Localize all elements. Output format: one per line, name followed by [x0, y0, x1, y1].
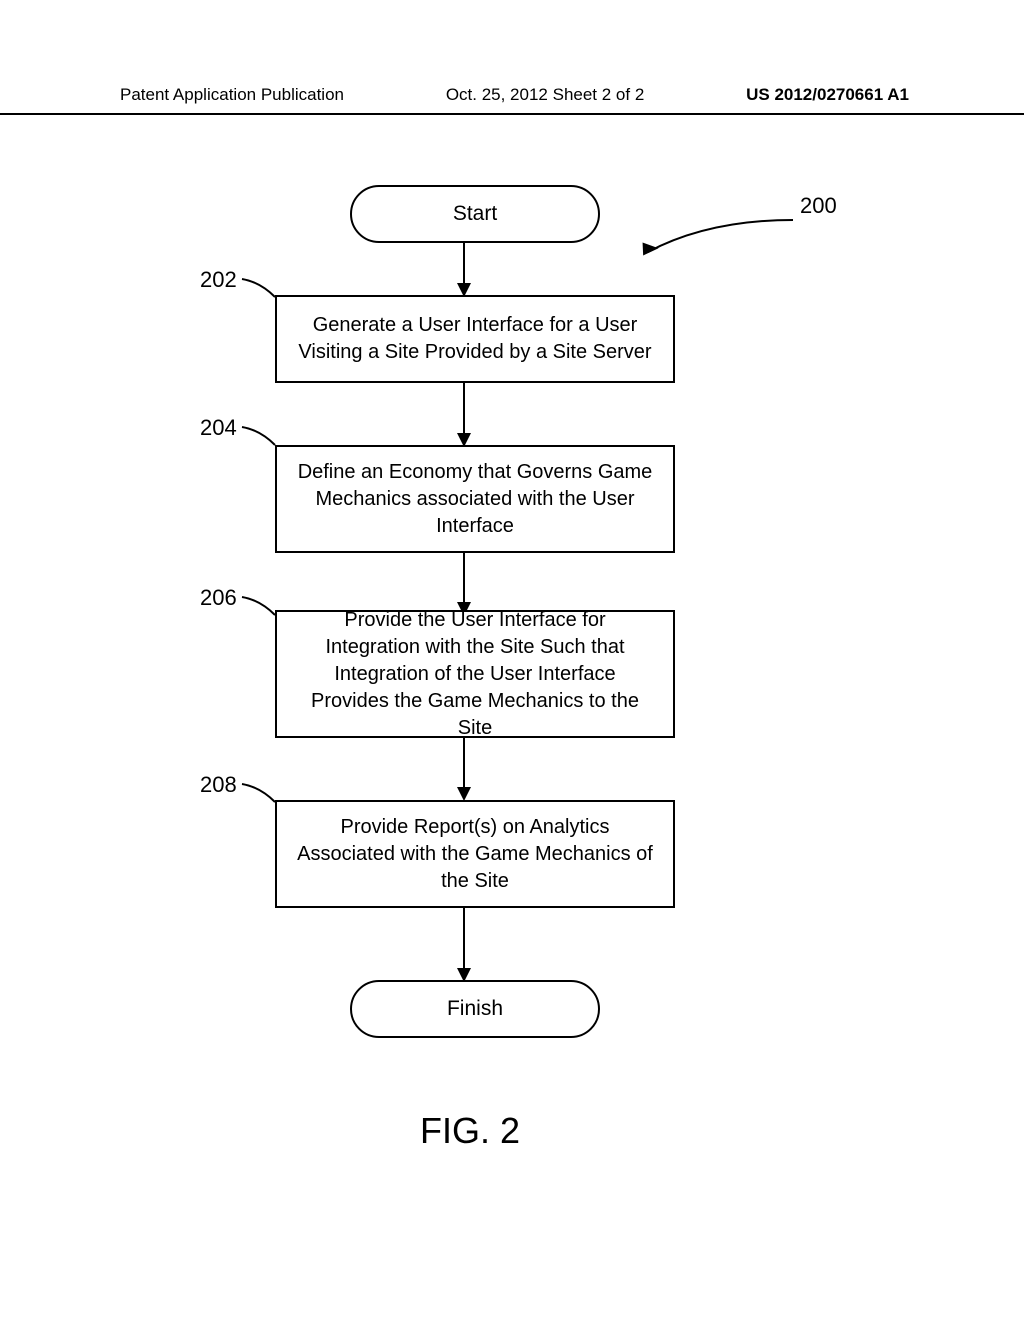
- step3-text: Provide the User Interface for Integrati…: [295, 607, 655, 742]
- arrow-head-step3-step4: [457, 787, 471, 801]
- figure-caption: FIG. 2: [420, 1110, 520, 1152]
- lead-line-208: [240, 782, 290, 812]
- arrow-start-step1: [463, 243, 465, 287]
- ref-200: 200: [800, 193, 837, 219]
- lead-line-202: [240, 277, 290, 307]
- finish-terminator: Finish: [350, 980, 600, 1038]
- header-right-text: US 2012/0270661 A1: [746, 85, 909, 105]
- lead-line-206: [240, 595, 290, 625]
- ref-206: 206: [200, 585, 237, 611]
- process-step-3: Provide the User Interface for Integrati…: [275, 610, 675, 738]
- step1-text: Generate a User Interface for a User Vis…: [295, 312, 655, 366]
- lead-line-204: [240, 425, 290, 455]
- arrow-step4-finish: [463, 908, 465, 972]
- ref-202: 202: [200, 267, 237, 293]
- arrow-step2-step3: [463, 553, 465, 607]
- process-step-2: Define an Economy that Governs Game Mech…: [275, 445, 675, 553]
- ref-208: 208: [200, 772, 237, 798]
- flowchart-diagram: Start 200 Generate a User Interface for …: [0, 175, 1024, 1225]
- start-terminator: Start: [350, 185, 600, 243]
- lead-line-200: [608, 210, 798, 260]
- finish-label: Finish: [447, 997, 503, 1021]
- header-left-text: Patent Application Publication: [120, 85, 344, 105]
- start-label: Start: [453, 202, 497, 226]
- arrow-step1-step2: [463, 383, 465, 437]
- ref-204: 204: [200, 415, 237, 441]
- step4-text: Provide Report(s) on Analytics Associate…: [295, 814, 655, 895]
- process-step-4: Provide Report(s) on Analytics Associate…: [275, 800, 675, 908]
- step2-text: Define an Economy that Governs Game Mech…: [295, 459, 655, 540]
- process-step-1: Generate a User Interface for a User Vis…: [275, 295, 675, 383]
- page-header: Patent Application Publication Oct. 25, …: [0, 0, 1024, 115]
- header-center-text: Oct. 25, 2012 Sheet 2 of 2: [446, 85, 644, 105]
- arrow-step3-step4: [463, 738, 465, 792]
